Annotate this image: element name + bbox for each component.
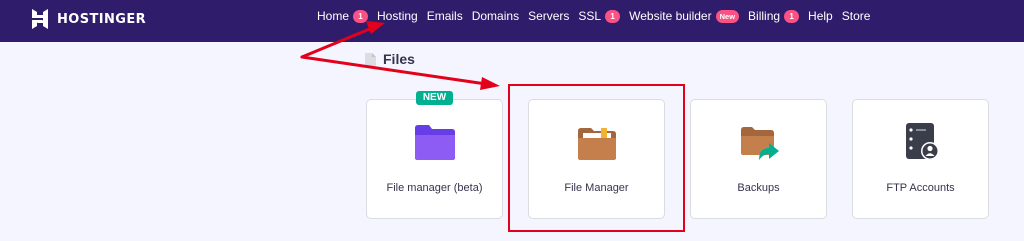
ftp-accounts-card[interactable]: FTP Accounts xyxy=(852,99,989,219)
document-icon xyxy=(365,52,376,66)
nav-item-home[interactable]: Home 1 xyxy=(317,9,369,23)
nav-label: Hosting xyxy=(377,9,418,23)
ftp-server-icon xyxy=(905,123,939,160)
hostinger-logo-icon xyxy=(32,9,48,29)
nav-label: Home xyxy=(317,9,350,23)
nav-label: Domains xyxy=(471,9,520,23)
nav-label: Billing xyxy=(748,9,781,23)
annotation-highlight-box xyxy=(508,84,685,232)
nav-item-store[interactable]: Store xyxy=(842,9,871,23)
nav-item-billing[interactable]: Billing 1 xyxy=(748,9,800,23)
nav-label: SSL xyxy=(578,9,602,23)
nav-item-help[interactable]: Help xyxy=(808,9,833,23)
backups-card[interactable]: Backups xyxy=(690,99,827,219)
file-manager-beta-card[interactable]: File manager (beta) xyxy=(366,99,503,219)
nav-item-emails[interactable]: Emails xyxy=(427,9,463,23)
folder-arrow-icon xyxy=(740,127,779,160)
notification-badge: 1 xyxy=(784,9,800,23)
new-badge: New xyxy=(715,9,740,23)
nav-item-hosting[interactable]: Hosting xyxy=(377,9,418,23)
nav-label: Servers xyxy=(528,9,570,23)
card-label: Backups xyxy=(737,182,780,194)
section-title-text: Files xyxy=(383,51,415,67)
nav-label: Help xyxy=(808,9,833,23)
top-navigation-bar: HOSTINGER Home 1 Hosting Emails Domains … xyxy=(0,0,1024,42)
nav-label: Emails xyxy=(426,9,463,23)
nav-item-website-builder[interactable]: Website builder New xyxy=(629,9,740,23)
hostinger-logo[interactable]: HOSTINGER xyxy=(30,8,146,30)
nav-item-ssl[interactable]: SSL 1 xyxy=(578,9,621,23)
brand-name: HOSTINGER xyxy=(57,11,147,27)
new-tag: NEW xyxy=(416,91,453,105)
notification-badge: 1 xyxy=(605,9,621,23)
section-title: Files xyxy=(364,51,415,67)
main-nav: Home 1 Hosting Emails Domains Servers SS… xyxy=(317,0,879,32)
nav-label: Website builder xyxy=(629,9,712,23)
card-label: File manager (beta) xyxy=(386,182,483,194)
purple-folder-icon xyxy=(414,125,455,160)
nav-item-servers[interactable]: Servers xyxy=(528,9,569,23)
nav-label: Store xyxy=(841,9,871,23)
card-label: FTP Accounts xyxy=(886,182,955,194)
nav-item-domains[interactable]: Domains xyxy=(472,9,519,23)
notification-badge: 1 xyxy=(353,9,369,23)
